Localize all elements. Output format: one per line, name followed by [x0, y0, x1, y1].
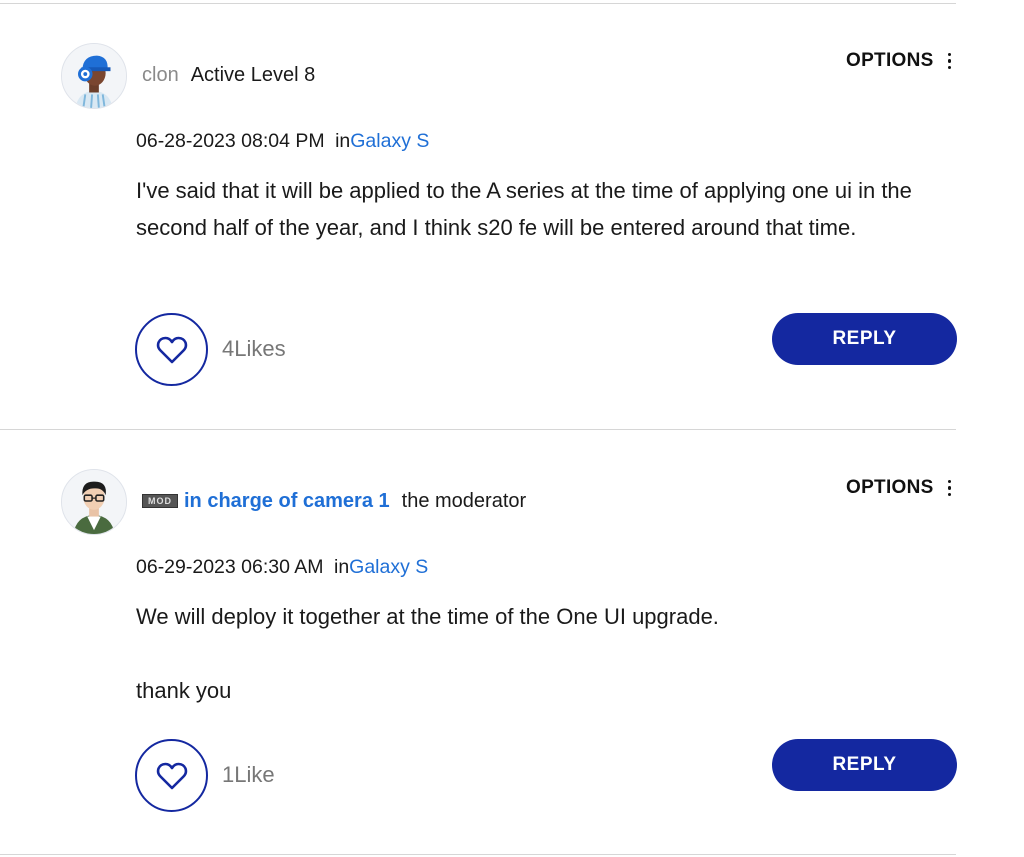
in-label: in	[333, 556, 350, 578]
reply-button[interactable]: REPLY	[772, 739, 957, 791]
post-meta: 06-28-2023 08:04 PM inGalaxy S	[136, 130, 429, 153]
like-button[interactable]	[135, 739, 208, 812]
post-body: I've said that it will be applied to the…	[136, 178, 912, 240]
options-menu-button[interactable]: OPTIONS	[846, 477, 952, 499]
reply-button[interactable]: REPLY	[772, 313, 957, 365]
post-body: We will deploy it together at the time o…	[136, 598, 956, 709]
options-label: OPTIONS	[846, 50, 934, 71]
avatar[interactable]	[61, 469, 127, 535]
options-menu-button[interactable]: OPTIONS	[846, 50, 952, 72]
avatar-image	[62, 44, 126, 108]
post-body-line: thank you	[136, 678, 232, 703]
like-button[interactable]	[135, 313, 208, 386]
post-body-line: We will deploy it together at the time o…	[136, 604, 719, 629]
board-link[interactable]: Galaxy S	[349, 556, 428, 578]
post-meta: 06-29-2023 06:30 AM inGalaxy S	[136, 556, 428, 579]
avatar-image	[62, 470, 126, 534]
kebab-menu-icon	[947, 52, 952, 70]
top-divider	[0, 3, 956, 4]
like-count: 4Likes	[222, 336, 286, 361]
post-divider	[0, 429, 956, 430]
post-date: 06-29-2023 06:30 AM	[136, 556, 324, 578]
author-name[interactable]: in charge of camera 1	[184, 490, 390, 513]
kebab-menu-icon	[947, 479, 952, 497]
options-label: OPTIONS	[846, 477, 934, 498]
bottom-divider	[0, 854, 956, 855]
like-count: 1Like	[222, 762, 275, 787]
heart-icon	[156, 762, 187, 789]
avatar[interactable]	[61, 43, 127, 109]
author-rank: the moderator	[401, 490, 527, 512]
author-rank: Active Level 8	[190, 64, 316, 86]
board-link[interactable]: Galaxy S	[350, 130, 429, 152]
author-row: clon Active Level 8	[142, 64, 315, 87]
heart-icon	[156, 336, 187, 363]
post-date: 06-28-2023 08:04 PM	[136, 130, 325, 152]
moderator-badge: MOD	[142, 494, 178, 508]
author-row: MOD in charge of camera 1 the moderator	[142, 490, 526, 513]
author-name[interactable]: clon	[142, 64, 179, 87]
in-label: in	[335, 130, 351, 152]
